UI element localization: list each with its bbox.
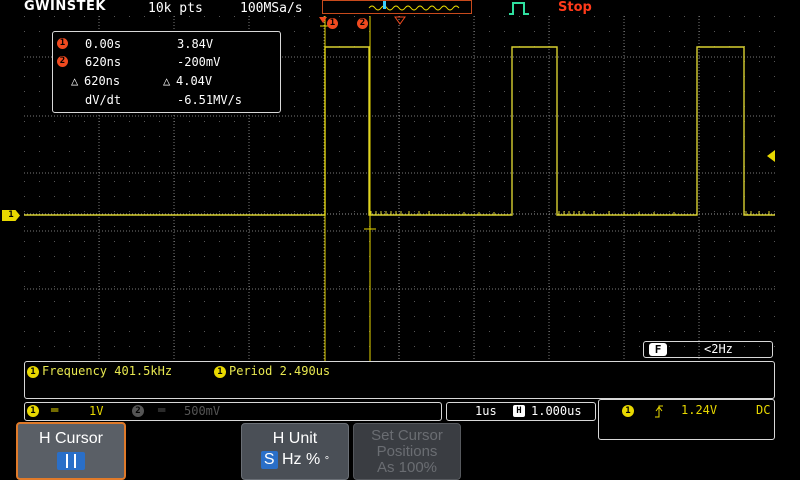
meas-2-channel: 1 <box>214 366 226 378</box>
set-cursor-line3: As 100% <box>376 459 438 476</box>
rising-edge-icon <box>655 405 663 418</box>
slope-value: -6.51MV/s <box>177 93 243 107</box>
brand-logo: GWINSTEK <box>24 0 106 14</box>
top-status-bar: GWINSTEK 10k pts 100MSa/s Stop <box>0 0 800 16</box>
ch1-ground-marker[interactable]: 1 <box>2 210 20 221</box>
cursor-readout-panel: 1 0.00s 3.84V 2 620ns -200mV △ 620ns △ 4… <box>52 31 281 113</box>
h-position[interactable]: 1.000us <box>531 403 582 420</box>
meas-2-label[interactable]: Period 2.490us <box>229 364 330 378</box>
set-cursor-positions-softkey[interactable]: Set Cursor Positions As 100% <box>353 423 461 480</box>
meas-1-channel: 1 <box>27 366 39 378</box>
cursor-1-badge: 1 <box>57 38 68 49</box>
memory-position-bar <box>322 0 472 14</box>
h-position-badge: H <box>513 405 525 417</box>
sample-rate: 100MSa/s <box>240 1 303 16</box>
filter-badge: F <box>649 343 667 356</box>
cursor-1-marker[interactable]: 1 <box>327 18 338 29</box>
h-cursor-softkey[interactable]: H Cursor <box>16 422 126 480</box>
slope-label: dV/dt <box>85 93 122 107</box>
trigger-status: 1 1.24V DC <box>598 399 775 440</box>
filter-value: <2Hz <box>704 342 733 356</box>
unit-degree-option[interactable]: ° <box>325 455 329 467</box>
cursor-2-marker[interactable]: 2 <box>357 18 368 29</box>
h-unit-softkey[interactable]: H Unit S Hz % ° <box>241 423 349 480</box>
delta-volt: 4.04V <box>176 74 213 88</box>
delta-time-icon: △ <box>71 74 79 88</box>
ch1-badge[interactable]: 1 <box>27 405 39 417</box>
cursor-1-time: 0.00s <box>85 37 122 51</box>
run-stop-status: Stop <box>558 0 592 15</box>
ch1-scale[interactable]: 1V <box>89 403 103 420</box>
set-cursor-line1: Set Cursor <box>371 427 443 444</box>
meas-1-label[interactable]: Frequency 401.5kHz <box>42 364 172 378</box>
unit-percent-option[interactable]: % <box>306 451 320 468</box>
cursor-1-volt: 3.84V <box>177 37 214 51</box>
delta-volt-icon: △ <box>163 74 171 88</box>
ch2-dc-icon: ═ <box>158 403 166 417</box>
cursor-2-time: 620ns <box>85 55 122 69</box>
timebase[interactable]: 1us <box>475 403 497 420</box>
h-cursor-label: H Cursor <box>38 430 103 447</box>
trigger-coupling[interactable]: DC <box>756 403 770 417</box>
filter-indicator: F <2Hz <box>643 341 773 358</box>
h-unit-label: H Unit <box>272 430 318 447</box>
cursor-2-volt: -200mV <box>177 55 221 69</box>
trigger-edge-icon <box>509 2 529 15</box>
delta-time: 620ns <box>84 74 121 88</box>
memory-waveform-icon <box>368 1 460 11</box>
trigger-level[interactable]: 1.24V <box>681 403 717 417</box>
ch1-dc-icon: ═ <box>51 403 59 417</box>
trigger-source[interactable]: 1 <box>622 405 634 417</box>
trigger-level-icon <box>767 150 775 162</box>
measurement-bar: 1 Frequency 401.5kHz 1 Period 2.490us <box>24 361 775 399</box>
ch2-badge[interactable]: 2 <box>132 405 144 417</box>
unit-seconds-option[interactable]: S <box>260 451 278 469</box>
record-length: 10k pts <box>148 1 203 16</box>
ch2-scale[interactable]: 500mV <box>184 403 220 420</box>
center-position-icon <box>394 16 406 25</box>
trigger-position-icon <box>319 17 327 23</box>
channel-status: 1 ═ 1V 2 ═ 500mV <box>24 402 442 421</box>
cursor-pair-icon <box>57 452 85 470</box>
set-cursor-line2: Positions <box>376 443 438 460</box>
timebase-status: 1us H 1.000us <box>446 402 596 421</box>
cursor-2-badge: 2 <box>57 56 68 67</box>
unit-hz-option[interactable]: Hz <box>282 451 302 468</box>
